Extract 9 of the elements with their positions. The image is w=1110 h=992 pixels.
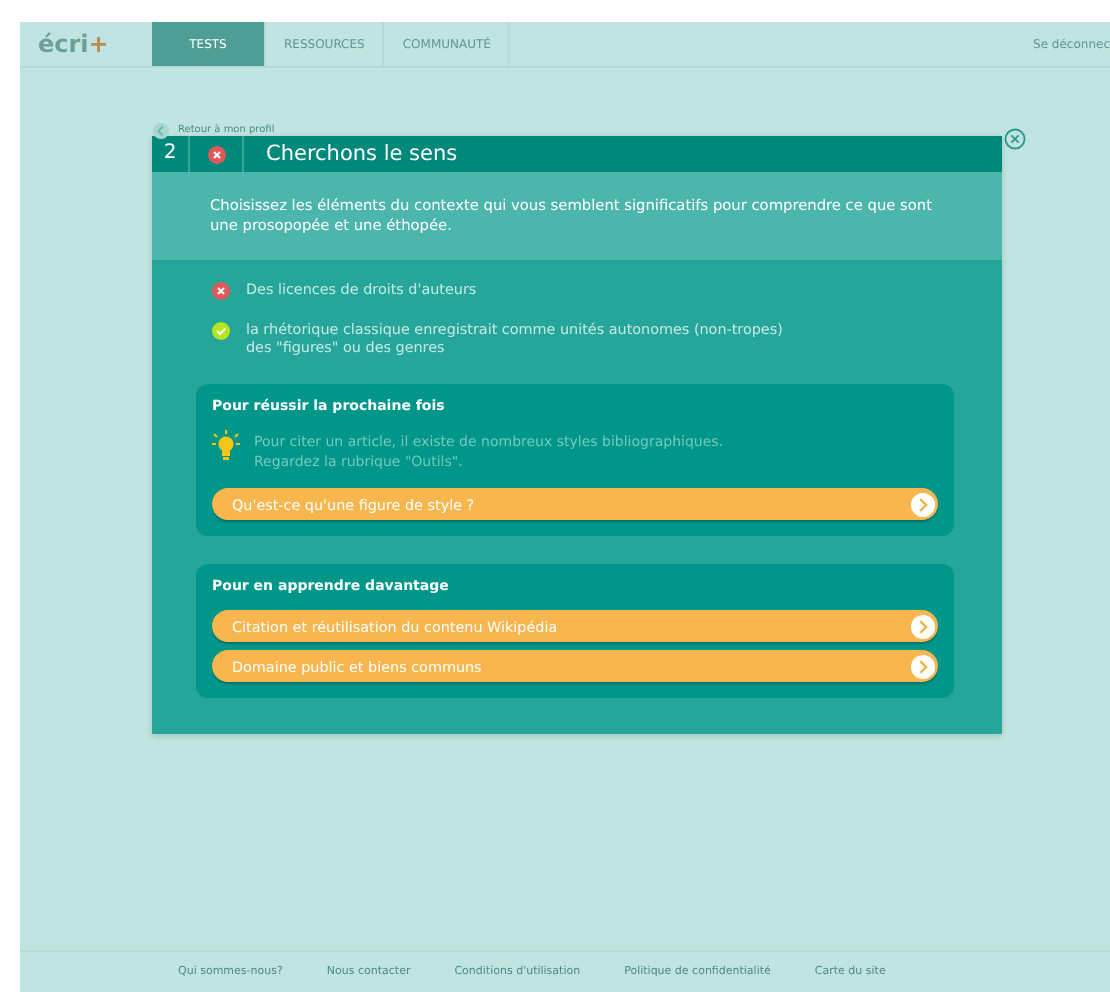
cross-icon xyxy=(207,145,225,163)
logo[interactable]: écri+ xyxy=(20,30,152,58)
chevron-icon xyxy=(910,613,936,639)
question-title: Cherchons le sens xyxy=(264,142,458,166)
chevron-icon xyxy=(910,491,936,517)
chevron-icon xyxy=(910,653,936,679)
back-icon[interactable] xyxy=(152,121,170,139)
close-icon[interactable] xyxy=(1004,127,1026,149)
lightbulb-icon xyxy=(212,430,240,462)
